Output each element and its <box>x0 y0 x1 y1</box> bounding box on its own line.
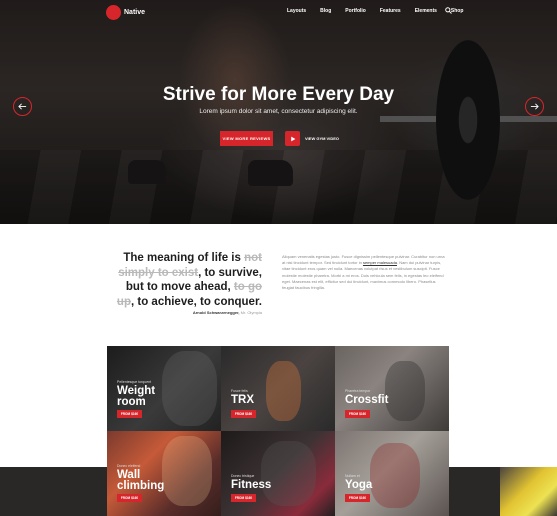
nav-item-portfolio[interactable]: Portfolio <box>345 8 366 14</box>
class-price-button[interactable]: FROM $160 <box>117 410 142 418</box>
view-more-reviews-button[interactable]: VIEW MORE REVIEWS <box>220 131 273 146</box>
class-tag: Donec tristique <box>231 474 255 478</box>
nav-item-blog[interactable]: Blog <box>320 8 331 14</box>
class-name: Fitness <box>231 479 272 491</box>
main-menu: Layouts Blog Portfolio Features Elements… <box>287 8 463 14</box>
search-icon[interactable] <box>445 7 452 14</box>
class-name: Crossfit <box>345 394 389 406</box>
class-price-button[interactable]: FROM $160 <box>231 494 256 502</box>
slider-next-button[interactable] <box>525 97 544 116</box>
nav-item-elements[interactable]: Elements <box>415 8 437 14</box>
quote-author: Arnold Schwarzenegger, Mr. Olympia <box>192 310 262 315</box>
class-card-trx[interactable]: Fusce felis TRX FROM $160 <box>221 346 335 431</box>
class-card-wall-climbing[interactable]: Donec eleifend Wall climbing FROM $160 <box>107 431 221 516</box>
classes-grid: Pellentesque torquent Weight room FROM $… <box>107 346 450 516</box>
video-label[interactable]: VIEW GYM VIDEO <box>305 136 339 141</box>
nav-item-shop[interactable]: Shop <box>451 8 464 14</box>
hero-title: Strive for More Every Day <box>162 84 395 105</box>
side-photo <box>500 467 557 516</box>
class-name: Yoga <box>345 479 373 491</box>
hero-subtitle: Lorem ipsum dolor sit amet, consectetur … <box>199 108 358 115</box>
page: Native Layouts Blog Portfolio Features E… <box>0 0 557 516</box>
class-name: Wall climbing <box>117 469 165 492</box>
class-price-button[interactable]: FROM $160 <box>345 410 370 418</box>
class-price-button[interactable]: FROM $160 <box>117 494 142 502</box>
class-tag: Fusce felis <box>231 389 248 393</box>
about-paragraph: Aliquam venenatis egestas justo. Fusce d… <box>282 254 445 291</box>
nav-item-layouts[interactable]: Layouts <box>287 8 306 14</box>
class-card-crossfit[interactable]: Pharetra tempor Crossfit FROM $160 <box>335 346 449 431</box>
about-link[interactable]: semper malesuada <box>363 260 397 265</box>
arrow-right-icon <box>530 103 539 110</box>
hero-section: Native Layouts Blog Portfolio Features E… <box>0 0 557 224</box>
class-tag: Nullam et <box>345 474 360 478</box>
quote-text: The meaning of life is not simply to exi… <box>116 252 262 308</box>
play-icon[interactable] <box>285 131 300 146</box>
logo-mark-icon <box>106 4 121 20</box>
class-price-button[interactable]: FROM $160 <box>231 410 256 418</box>
slider-prev-button[interactable] <box>13 97 32 116</box>
gym-video-link[interactable]: VIEW GYM VIDEO <box>285 131 339 146</box>
class-name: TRX <box>231 394 254 406</box>
arrow-left-icon <box>18 103 27 110</box>
top-navigation: Native Layouts Blog Portfolio Features E… <box>0 0 557 24</box>
class-card-yoga[interactable]: Nullam et Yoga FROM $160 <box>335 431 449 516</box>
class-tag: Pellentesque torquent <box>117 380 152 384</box>
logo-text: Native <box>124 8 146 16</box>
class-name: Weight room <box>117 385 156 408</box>
class-tag: Donec eleifend <box>117 464 141 468</box>
class-card-weight-room[interactable]: Pellentesque torquent Weight room FROM $… <box>107 346 221 431</box>
class-card-fitness[interactable]: Donec tristique Fitness FROM $160 <box>221 431 335 516</box>
nav-item-features[interactable]: Features <box>380 8 401 14</box>
class-price-button[interactable]: FROM $160 <box>345 494 370 502</box>
class-tag: Pharetra tempor <box>345 389 371 393</box>
site-logo[interactable]: Native <box>106 4 145 20</box>
